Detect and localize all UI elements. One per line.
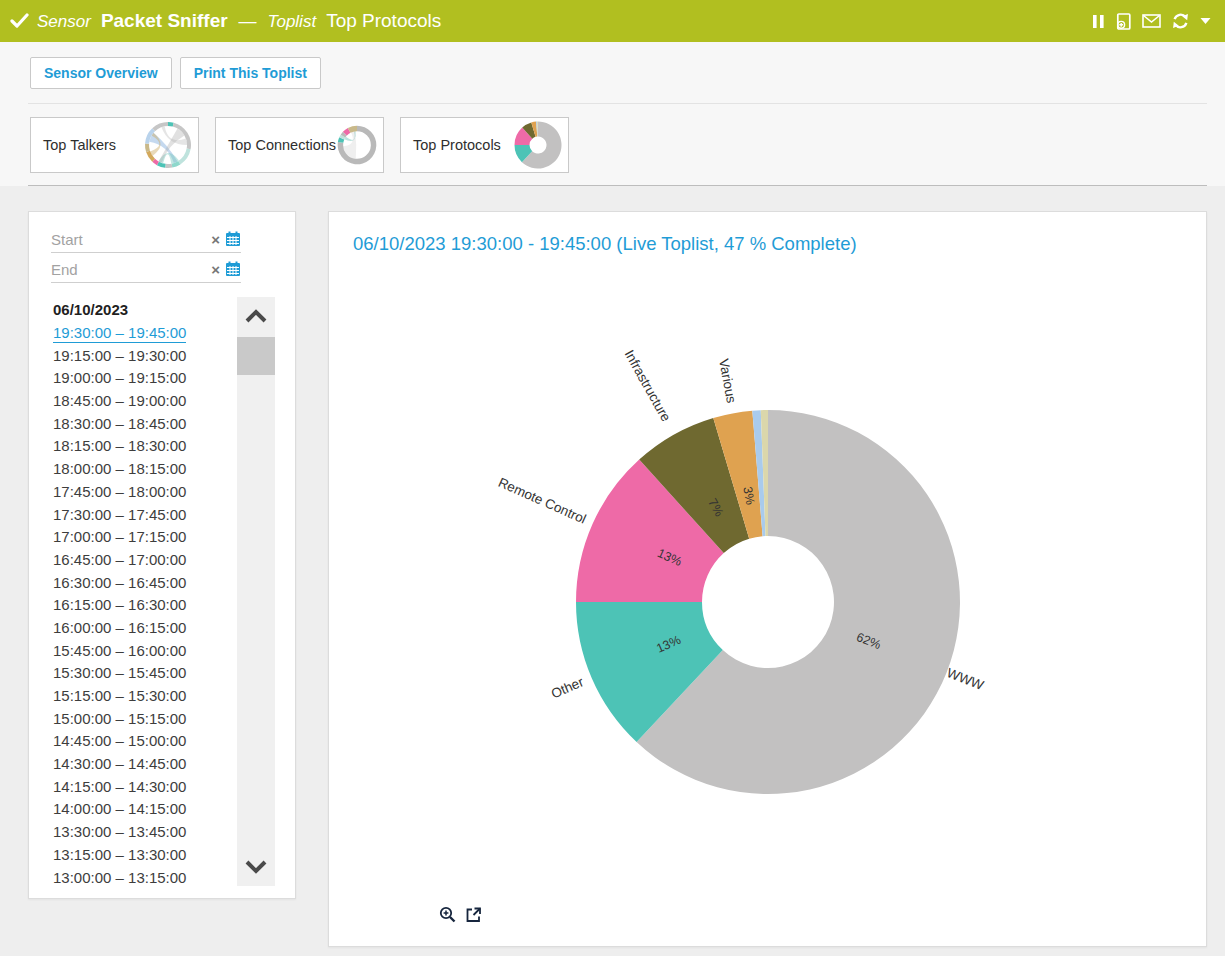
time-range-item[interactable]: 17:00:00 – 17:15:00 (53, 528, 186, 551)
scroll-down-icon[interactable] (237, 854, 275, 880)
time-filter-panel: × × 06/10/2023 19:30:00 – 19:45:0019:15:… (28, 211, 296, 899)
svg-text:Remote Control: Remote Control (496, 475, 588, 527)
time-range-item[interactable]: 13:15:00 – 13:30:00 (53, 846, 186, 869)
tab-top-connections[interactable]: Top Connections (215, 117, 384, 173)
breadcrumb: Sensor Packet Sniffer — Toplist Top Prot… (10, 10, 441, 32)
zoom-in-icon[interactable] (439, 906, 457, 924)
end-date-row: × (51, 256, 241, 283)
report-icon[interactable] (1115, 13, 1132, 30)
tab-top-talkers[interactable]: Top Talkers (30, 117, 199, 173)
refresh-icon[interactable] (1171, 12, 1190, 30)
time-range-item[interactable]: 17:30:00 – 17:45:00 (53, 506, 186, 529)
time-range-item[interactable]: 13:00:00 – 13:15:00 (53, 869, 186, 892)
time-range-item[interactable]: 19:30:00 – 19:45:00 (53, 324, 186, 347)
time-range-item[interactable]: 18:45:00 – 19:00:00 (53, 392, 186, 415)
clear-end-icon[interactable]: × (211, 262, 220, 277)
time-range-item[interactable]: 16:45:00 – 17:00:00 (53, 551, 186, 574)
time-range-item[interactable]: 13:30:00 – 13:45:00 (53, 823, 186, 846)
pause-icon[interactable] (1092, 14, 1105, 29)
time-range-item[interactable]: 19:00:00 – 19:15:00 (53, 369, 186, 392)
clear-start-icon[interactable]: × (211, 232, 220, 247)
start-date-row: × (51, 226, 241, 253)
chart-actions (439, 906, 482, 924)
page: Sensor Packet Sniffer — Toplist Top Prot… (0, 0, 1225, 956)
time-range-item[interactable]: 16:15:00 – 16:30:00 (53, 596, 186, 619)
print-toplist-button[interactable]: Print This Toplist (180, 57, 321, 89)
sub-header: Sensor Overview Print This Toplist Top T… (0, 42, 1225, 186)
svg-text:Infrastructure: Infrastructure (622, 347, 674, 424)
top-protocols-thumbnail-chart (513, 120, 563, 170)
calendar-icon[interactable] (225, 231, 241, 247)
divider (28, 103, 1207, 104)
time-range-item[interactable]: 17:45:00 – 18:00:00 (53, 483, 186, 506)
svg-text:Other: Other (549, 674, 586, 701)
time-range-item[interactable]: 19:15:00 – 19:30:00 (53, 347, 186, 370)
header-actions (1092, 12, 1211, 30)
toplist-chart-panel: 06/10/2023 19:30:00 - 19:45:00 (Live Top… (328, 211, 1207, 947)
top-talkers-thumbnail-chart (143, 120, 193, 170)
start-date-input[interactable] (51, 231, 171, 248)
time-range-item[interactable]: 15:00:00 – 15:15:00 (53, 710, 186, 733)
tab-label: Top Talkers (43, 137, 116, 153)
sensor-overview-button[interactable]: Sensor Overview (30, 57, 172, 89)
time-range-item[interactable]: 18:30:00 – 18:45:00 (53, 415, 186, 438)
calendar-icon[interactable] (225, 261, 241, 277)
page-title: Top Protocols (326, 10, 441, 32)
tab-top-protocols[interactable]: Top Protocols (400, 117, 569, 173)
breadcrumb-sensor-label[interactable]: Sensor (37, 12, 91, 32)
time-range-item[interactable]: 16:00:00 – 16:15:00 (53, 619, 186, 642)
top-protocols-donut-chart: 62%WWW13%Other13%Remote Control7%Infrast… (329, 212, 1208, 948)
toplist-tabs: Top Talkers Top Connections Top Protocol… (30, 117, 569, 173)
date-header: 06/10/2023 (53, 301, 128, 318)
scroll-up-icon[interactable] (237, 303, 275, 329)
svg-text:WWW: WWW (945, 665, 986, 693)
time-range-item[interactable]: 15:15:00 – 15:30:00 (53, 687, 186, 710)
open-external-icon[interactable] (464, 906, 482, 924)
tab-label: Top Connections (228, 137, 336, 153)
time-range-list: 19:30:00 – 19:45:0019:15:00 – 19:30:0019… (53, 324, 186, 891)
ok-status-icon (10, 13, 30, 29)
time-range-item[interactable]: 15:45:00 – 16:00:00 (53, 642, 186, 665)
end-date-input[interactable] (51, 261, 171, 278)
email-icon[interactable] (1142, 14, 1161, 28)
caret-down-icon[interactable] (1200, 17, 1211, 25)
content: × × 06/10/2023 19:30:00 – 19:45:0019:15:… (0, 186, 1225, 956)
scrollbar-thumb[interactable] (237, 337, 275, 375)
top-connections-thumbnail-chart (336, 120, 378, 170)
time-range-item[interactable]: 18:00:00 – 18:15:00 (53, 460, 186, 483)
time-range-item[interactable]: 14:30:00 – 14:45:00 (53, 755, 186, 778)
time-range-item[interactable]: 16:30:00 – 16:45:00 (53, 574, 186, 597)
toolbar: Sensor Overview Print This Toplist (30, 57, 321, 89)
breadcrumb-separator: — (239, 11, 257, 32)
time-range-item[interactable]: 15:30:00 – 15:45:00 (53, 664, 186, 687)
sensor-name[interactable]: Packet Sniffer (101, 10, 228, 32)
breadcrumb-toplist-label[interactable]: Toplist (268, 12, 317, 32)
svg-text:Various: Various (716, 358, 739, 405)
time-range-item[interactable]: 18:15:00 – 18:30:00 (53, 437, 186, 460)
time-range-item[interactable]: 14:45:00 – 15:00:00 (53, 732, 186, 755)
header-bar: Sensor Packet Sniffer — Toplist Top Prot… (0, 0, 1225, 42)
tab-label: Top Protocols (413, 137, 501, 153)
time-range-item[interactable]: 14:00:00 – 14:15:00 (53, 800, 186, 823)
scrollbar[interactable] (237, 297, 275, 886)
time-range-item[interactable]: 14:15:00 – 14:30:00 (53, 778, 186, 801)
